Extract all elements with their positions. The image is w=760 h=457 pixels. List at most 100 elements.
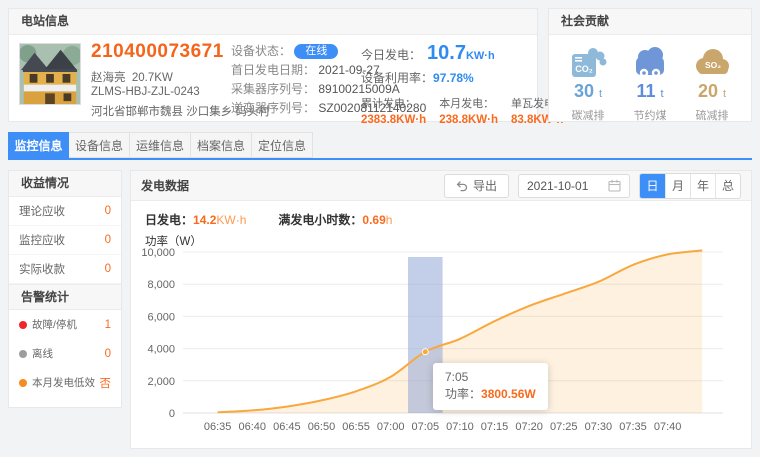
coal-saved-value: 11 t <box>619 81 681 102</box>
coal-value-unit: t <box>660 88 663 100</box>
total-generation-label: 累计发电： <box>361 95 426 111</box>
station-panel-title: 电站信息 <box>9 9 537 35</box>
export-label: 导出 <box>473 177 497 194</box>
co2-value-number: 30 <box>574 81 594 101</box>
highlight-point-marker <box>422 349 428 355</box>
alarm-value: 0 <box>105 348 111 360</box>
revenue-label: 理论应收 <box>19 203 65 219</box>
total-generation-value: 2383.8KW·h <box>361 114 426 126</box>
range-selector: 日 月 年 总 <box>639 173 741 199</box>
month-generation: 本月发电： 238.8KW·h <box>439 95 498 126</box>
alarm-row-offline: 离线 0 <box>9 339 121 368</box>
alarm-label: 离线 <box>32 346 53 361</box>
utilization-row: 设备利用率：97.78% <box>361 69 533 86</box>
utilization-value: 97.78% <box>433 71 474 85</box>
alarm-row-fault: 故障/停机 1 <box>9 310 121 339</box>
svg-text:06:50: 06:50 <box>308 421 336 433</box>
date-picker-value: 2021-10-01 <box>527 179 588 193</box>
range-year-button[interactable]: 年 <box>690 174 715 198</box>
generation-data-panel: 发电数据 导出 2021-10-01 日 月 <box>130 170 752 449</box>
daily-generation-stats: 日发电：14.2KW·h 满发电小时数：0.69h <box>145 211 392 228</box>
tabs-underline <box>8 158 752 160</box>
svg-text:8,000: 8,000 <box>147 279 175 291</box>
coal-saved-icon <box>631 45 669 79</box>
svg-text:07:40: 07:40 <box>654 421 682 433</box>
svg-text:4,000: 4,000 <box>147 344 175 356</box>
tab-monitor-info[interactable]: 监控信息 <box>8 132 69 158</box>
tooltip-power-label: 功率： <box>445 387 481 401</box>
tooltip-power-value: 3800.56W <box>481 387 536 401</box>
so2-value-unit: t <box>723 88 726 100</box>
co2-reduction-label: 碳减排 <box>557 107 619 123</box>
station-owner-capacity: 赵海亮 20.7KW <box>91 69 173 85</box>
range-total-button[interactable]: 总 <box>715 174 740 198</box>
page: 电站信息 210400073671 赵海亮 20.7KW ZLMS-HBJ-ZJ… <box>0 0 760 457</box>
calendar-icon <box>608 179 621 192</box>
alarm-section-title: 告警统计 <box>9 284 121 310</box>
first-generation-date-label: 首日发电日期： <box>231 63 315 77</box>
generation-summary: 今日发电： 10.7KW·h 设备利用率：97.78% 累计发电： 2383.8K… <box>361 42 533 126</box>
co2-reduction-value: 30 t <box>557 81 619 102</box>
month-generation-value: 238.8KW·h <box>439 114 498 126</box>
svg-text:SO₂: SO₂ <box>705 60 721 70</box>
station-model-code: ZLMS-HBJ-ZJL-0243 <box>91 86 200 98</box>
info-tabs: 监控信息 设备信息 运维信息 档案信息 定位信息 <box>8 132 313 158</box>
co2-reduction-item: CO₂ 30 t 碳减排 <box>557 45 619 123</box>
station-photo <box>19 43 81 105</box>
co2-value-unit: t <box>599 88 602 100</box>
total-generation: 累计发电： 2383.8KW·h <box>361 95 426 126</box>
svg-text:06:45: 06:45 <box>273 421 301 433</box>
today-generation-label: 今日发电： <box>361 48 421 62</box>
alarm-value: 否 <box>100 375 112 391</box>
x-axis-labels: 06:3506:4006:4506:5006:5507:0007:0507:10… <box>204 421 682 433</box>
daily-generation-label: 日发电： <box>145 213 193 227</box>
svg-text:07:05: 07:05 <box>412 421 440 433</box>
revenue-value: 0 <box>105 205 111 217</box>
svg-text:06:35: 06:35 <box>204 421 232 433</box>
svg-text:10,000: 10,000 <box>141 247 175 259</box>
svg-text:07:15: 07:15 <box>481 421 509 433</box>
coal-value-number: 11 <box>636 81 655 101</box>
month-generation-label: 本月发电： <box>439 95 498 111</box>
alarm-value: 1 <box>105 319 111 331</box>
revenue-value: 0 <box>105 263 111 275</box>
station-capacity: 20.7KW <box>132 72 173 84</box>
tooltip-time: 7:05 <box>445 369 536 386</box>
utilization-label: 设备利用率： <box>361 71 433 85</box>
coal-saved-label: 节约煤 <box>619 107 681 123</box>
coal-saved-item: 11 t 节约煤 <box>619 45 681 123</box>
full-generation-hours-value: 0.69 <box>362 213 385 227</box>
svg-text:07:20: 07:20 <box>515 421 543 433</box>
full-generation-hours-label: 满发电小时数： <box>278 213 362 227</box>
power-chart[interactable]: 02,0004,0006,0008,00010,00006:3506:4006:… <box>135 245 749 445</box>
export-button[interactable]: 导出 <box>444 174 509 198</box>
tab-archive-info[interactable]: 档案信息 <box>191 132 252 158</box>
alarm-label: 本月发电低效 <box>32 375 95 390</box>
tab-operation-info[interactable]: 运维信息 <box>130 132 191 158</box>
generation-stats-row: 累计发电： 2383.8KW·h 本月发电： 238.8KW·h 单瓦发电： 8… <box>361 95 533 126</box>
co2-reduction-icon: CO₂ <box>569 45 607 79</box>
alarm-label: 故障/停机 <box>32 317 77 332</box>
range-day-button[interactable]: 日 <box>640 174 665 198</box>
tab-location-info[interactable]: 定位信息 <box>252 132 313 158</box>
revenue-label: 实际收款 <box>19 261 65 277</box>
so2-reduction-label: 硫减排 <box>681 107 743 123</box>
date-picker[interactable]: 2021-10-01 <box>518 174 630 198</box>
tab-device-info[interactable]: 设备信息 <box>69 132 130 158</box>
chart-header: 发电数据 导出 2021-10-01 日 月 <box>131 171 751 201</box>
today-generation-value: 10.7 <box>427 42 466 64</box>
y-axis-labels: 02,0004,0006,0008,00010,000 <box>141 247 175 420</box>
svg-text:06:40: 06:40 <box>238 421 266 433</box>
station-info-panel: 电站信息 210400073671 赵海亮 20.7KW ZLMS-HBJ-ZJ… <box>8 8 538 122</box>
so2-value-number: 20 <box>698 81 718 101</box>
today-generation-unit: KW·h <box>466 50 495 62</box>
revenue-label: 监控应收 <box>19 232 65 248</box>
social-items: CO₂ 30 t 碳减排 11 t 节约煤 SO₂ <box>549 35 751 123</box>
daily-generation: 日发电：14.2KW·h <box>145 211 246 228</box>
power-area-chart[interactable]: 02,0004,0006,0008,00010,00006:3506:4006:… <box>135 245 749 445</box>
alarm-row-low-efficiency: 本月发电低效 否 <box>9 368 121 397</box>
sidebar-panel: 收益情况 理论应收 0 监控应收 0 实际收款 0 告警统计 故障/停机 1 离… <box>8 170 122 408</box>
station-owner: 赵海亮 <box>91 72 126 84</box>
range-month-button[interactable]: 月 <box>665 174 690 198</box>
daily-generation-unit: KW·h <box>216 213 246 227</box>
